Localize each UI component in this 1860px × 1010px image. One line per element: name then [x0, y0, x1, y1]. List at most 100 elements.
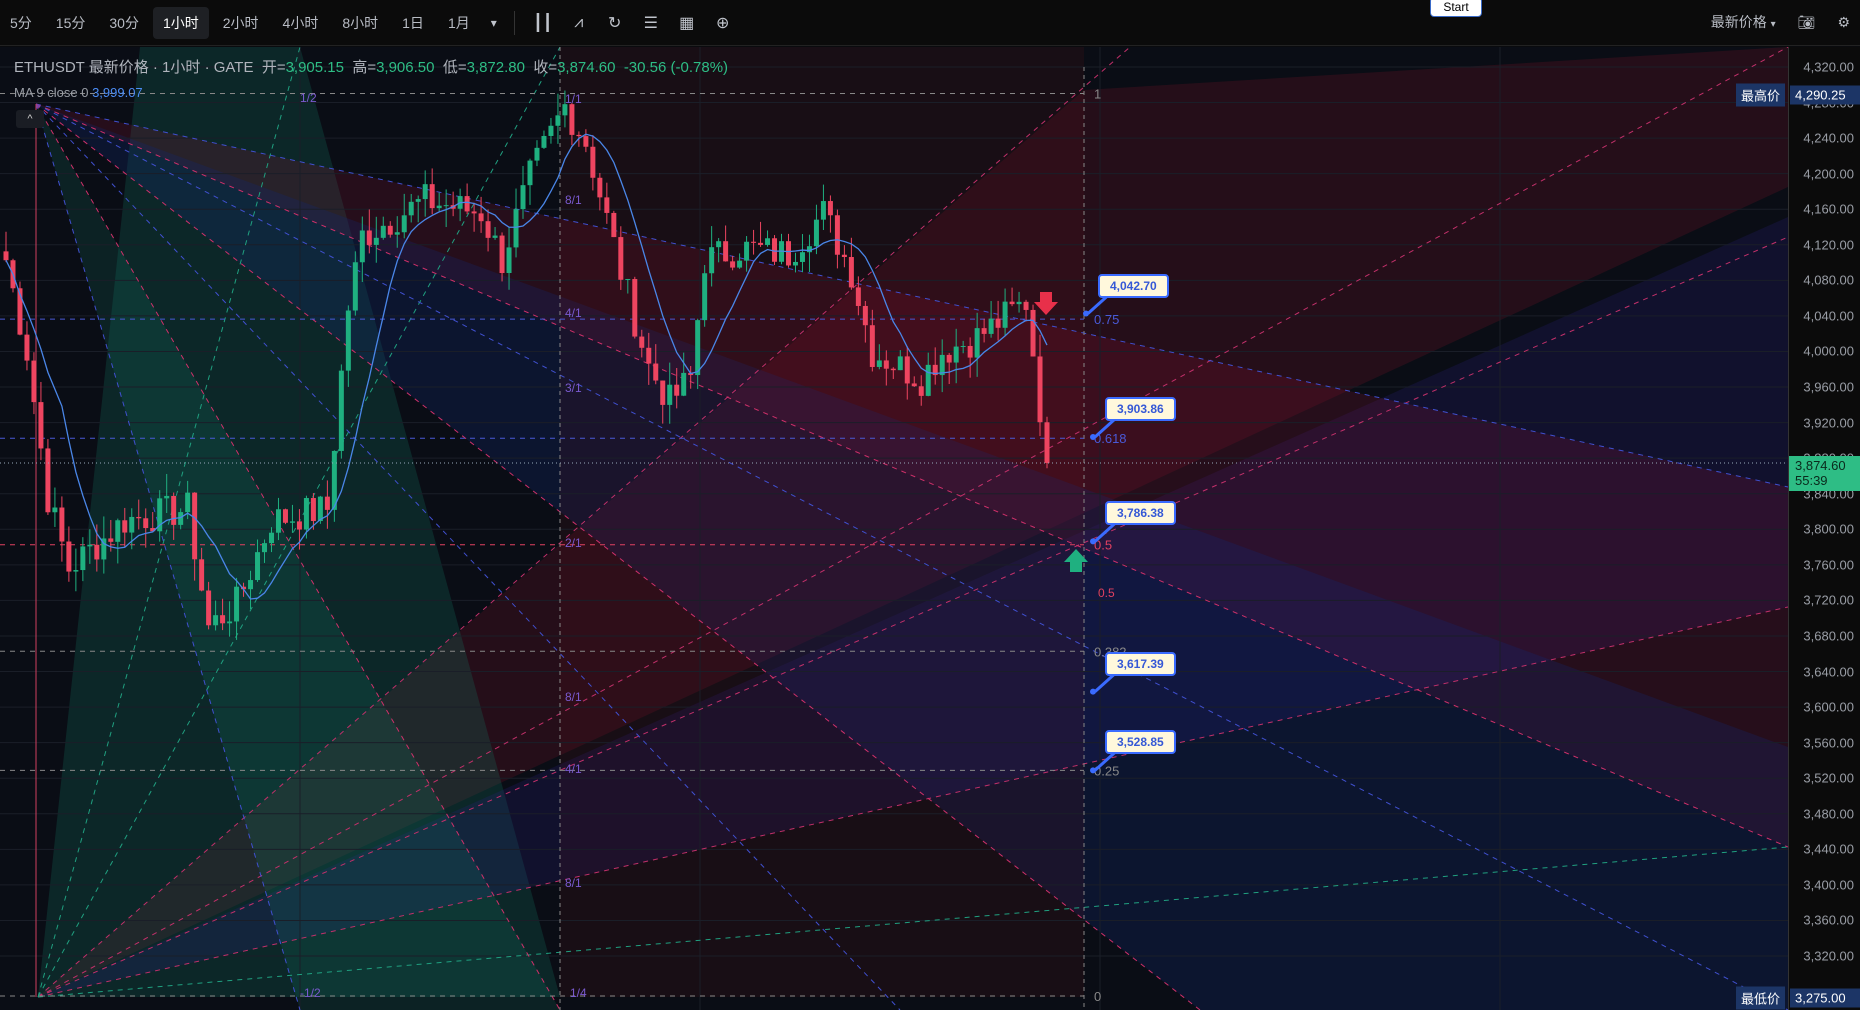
- candle-body: [995, 318, 1001, 328]
- fan-ratio-label: 8/1: [565, 193, 582, 207]
- fan-ratio-label: 3/1: [565, 381, 582, 395]
- high-price-tag: 4,290.25: [1790, 85, 1860, 105]
- callout-anchor: [1090, 767, 1096, 774]
- chevron-down-icon: ▾: [1770, 19, 1776, 30]
- candle-body: [597, 177, 603, 198]
- low-price-tag: 3,275.00: [1790, 988, 1860, 1008]
- camera-icon[interactable]: 📷︎: [1798, 14, 1816, 31]
- price-tick: 3,480.00: [1803, 806, 1854, 822]
- candle-body: [841, 254, 847, 258]
- candle-body: [192, 492, 198, 560]
- timeframe-more-icon[interactable]: ▾: [484, 16, 504, 30]
- candle-body: [744, 241, 750, 261]
- candle-body: [674, 384, 680, 396]
- fan-ratio-label: 1/2: [300, 91, 317, 105]
- candle-body: [562, 104, 568, 116]
- timeframe-6[interactable]: 8小时: [332, 7, 388, 39]
- candle-body: [876, 360, 882, 367]
- collapse-legend-button[interactable]: ^: [16, 110, 44, 128]
- candle-body: [667, 384, 673, 405]
- candle-body: [268, 532, 274, 544]
- candle-body: [255, 552, 261, 581]
- callout-anchor: [1090, 688, 1096, 695]
- candle-body: [478, 213, 484, 222]
- add-icon[interactable]: ⊕: [705, 13, 741, 33]
- candle-body: [660, 380, 666, 405]
- candle-body: [534, 147, 540, 161]
- candle-body: [1037, 356, 1043, 423]
- low-price-label: 最低价: [1736, 986, 1786, 1010]
- candle-body: [24, 334, 30, 361]
- candle-body: [681, 372, 687, 396]
- candle-body: [988, 318, 994, 334]
- candle-body: [541, 135, 547, 148]
- timeframe-2[interactable]: 30分: [99, 7, 149, 39]
- indicator-icon[interactable]: ⩘: [561, 14, 597, 32]
- candle-body: [925, 364, 931, 396]
- candle-body: [303, 498, 309, 530]
- candle-body: [1002, 301, 1008, 328]
- candle-body: [883, 360, 889, 369]
- start-button[interactable]: Start: [1430, 0, 1482, 17]
- fib-level-label: 1: [1094, 86, 1101, 101]
- ma-label: MA 9 close 0: [14, 85, 89, 100]
- price-callout[interactable]: 3,528.85: [1105, 730, 1176, 755]
- timeframe-4[interactable]: 2小时: [213, 7, 269, 39]
- timeframe-3[interactable]: 1小时: [152, 6, 209, 39]
- candle-body: [1030, 309, 1036, 357]
- open-label: 开=: [261, 59, 286, 76]
- layout-icon[interactable]: ▦: [669, 13, 705, 33]
- candle-body: [485, 221, 491, 238]
- chart-canvas[interactable]: 10.750.6180.50.3820.2501/21/18/14/13/12/…: [0, 47, 1788, 1010]
- candle-body: [604, 197, 610, 213]
- candle-body: [583, 136, 589, 147]
- candle-body: [813, 219, 819, 247]
- candle-body: [324, 496, 330, 510]
- candle-body: [1023, 301, 1029, 310]
- candle-body: [1009, 301, 1015, 305]
- price-callout[interactable]: 4,042.70: [1098, 273, 1169, 298]
- ma-legend[interactable]: MA 9 close 0 3,999.07: [14, 85, 143, 100]
- candle-body: [806, 246, 812, 253]
- fan-ratio-label: 1/1: [565, 92, 582, 106]
- candle-body: [499, 235, 505, 274]
- candle-body: [122, 520, 128, 533]
- candle-body: [171, 495, 177, 525]
- candle-body: [981, 328, 987, 334]
- candle-body: [527, 160, 533, 186]
- callout-anchor: [1083, 310, 1089, 317]
- template-icon[interactable]: ☰: [633, 13, 669, 33]
- timeframe-5[interactable]: 4小时: [273, 7, 329, 39]
- candle-body: [220, 615, 226, 624]
- candle-body: [87, 544, 93, 547]
- open-value: 3,905.15: [285, 59, 344, 76]
- price-axis[interactable]: 4,320.004,280.004,240.004,200.004,160.00…: [1788, 47, 1860, 1010]
- price-callout[interactable]: 3,617.39: [1105, 651, 1176, 676]
- candle-body: [695, 320, 701, 376]
- timeframe-1[interactable]: 15分: [46, 7, 96, 39]
- price-type-select[interactable]: 最新价格 ▾: [1711, 12, 1776, 32]
- price-tick: 3,920.00: [1803, 415, 1854, 431]
- candle-body: [436, 205, 442, 209]
- price-callout[interactable]: 3,903.86: [1105, 396, 1176, 421]
- gear-icon[interactable]: ⚙: [1837, 14, 1850, 31]
- price-callout[interactable]: 3,786.38: [1105, 501, 1176, 526]
- price-type-label: 最新价格: [1710, 14, 1767, 30]
- candle-type-icon[interactable]: ┃┃: [525, 13, 561, 33]
- low-label: 低=: [442, 59, 467, 76]
- candle-body: [639, 336, 645, 348]
- timeframe-0[interactable]: 5分: [0, 7, 42, 39]
- fan-ratio-label: -1/2: [300, 986, 321, 1000]
- price-tick: 3,360.00: [1803, 912, 1854, 928]
- price-tick: 3,520.00: [1803, 770, 1854, 786]
- chart-area[interactable]: 10.750.6180.50.3820.2501/21/18/14/13/12/…: [0, 47, 1788, 1010]
- price-tick: 3,640.00: [1803, 664, 1854, 680]
- candle-body: [960, 345, 966, 347]
- replay-icon[interactable]: ↻: [597, 13, 633, 33]
- timeframe-7[interactable]: 1日: [392, 7, 434, 39]
- high-value: 3,906.50: [376, 59, 435, 76]
- close-label: 收=: [533, 59, 558, 76]
- timeframe-8[interactable]: 1月: [438, 7, 480, 39]
- fan-ratio-label: 0.5: [1098, 586, 1115, 600]
- candle-body: [415, 199, 421, 202]
